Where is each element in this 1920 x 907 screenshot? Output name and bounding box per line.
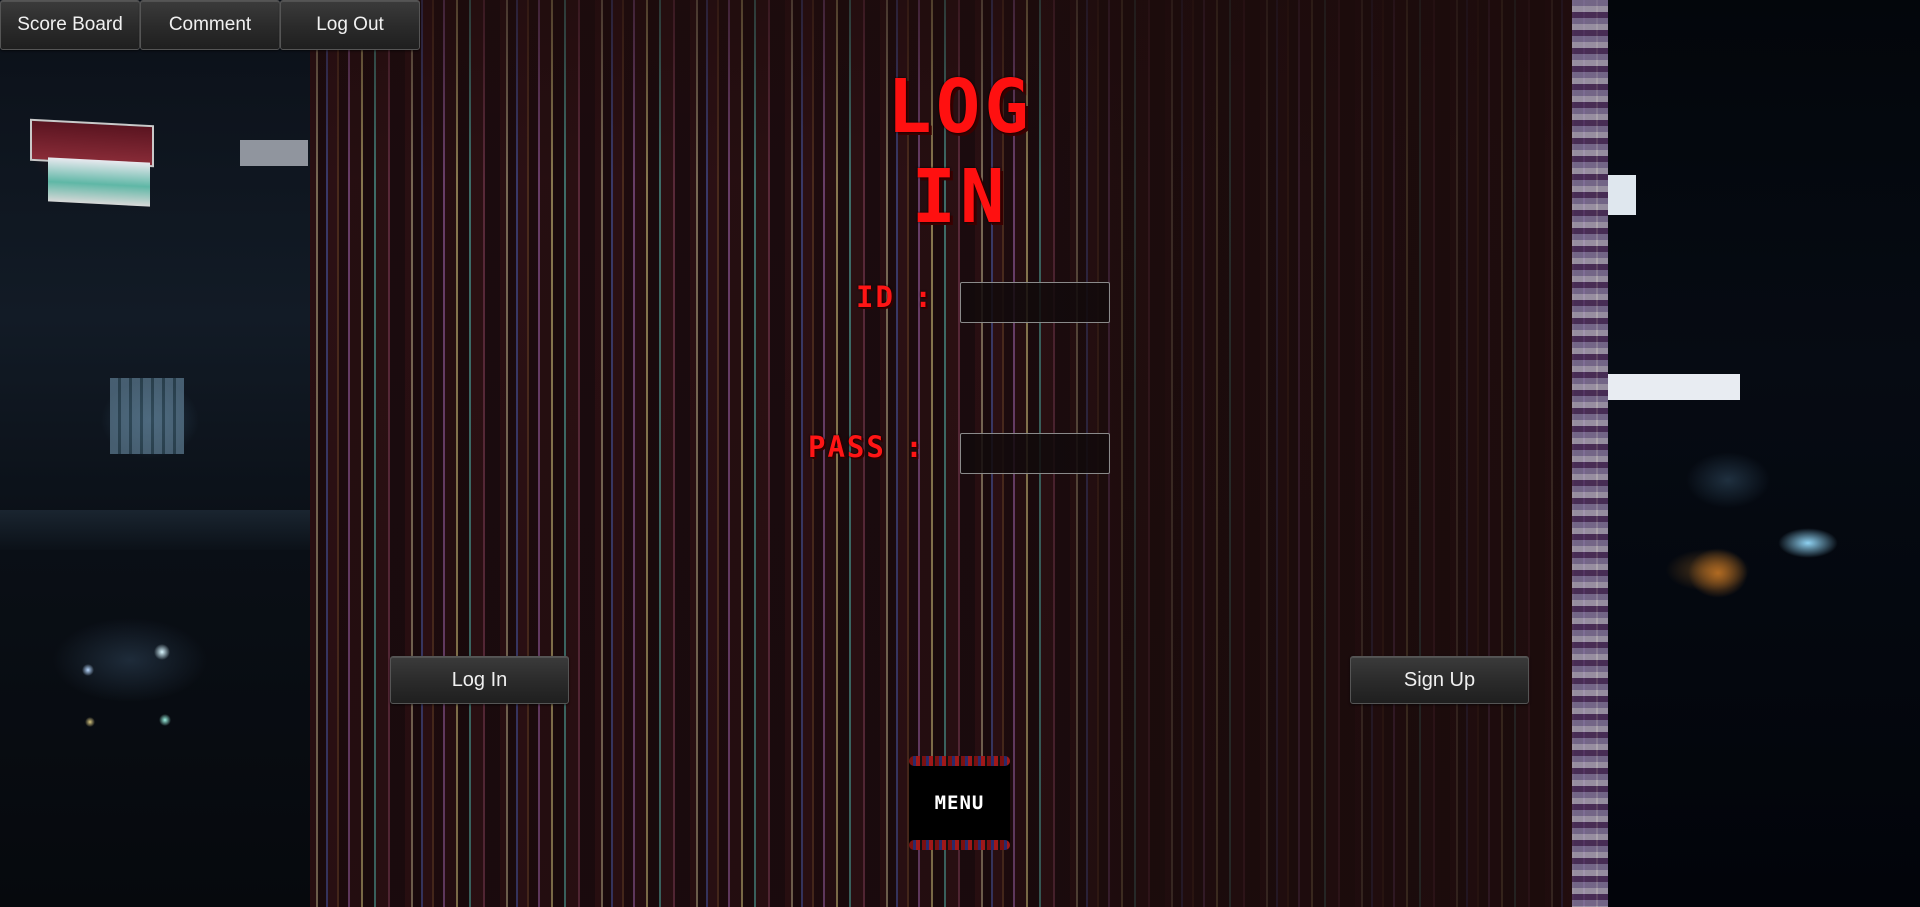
white-sign [1608,374,1740,400]
menu-trim-bottom [909,840,1010,850]
score-board-button[interactable]: Score Board [0,0,140,50]
building-window [110,378,184,454]
city-lights [1778,528,1838,558]
page-title: LOG IN [887,64,1033,240]
city-background-right [1608,0,1920,907]
id-field[interactable] [960,282,1110,323]
log-out-button[interactable]: Log Out [280,0,420,50]
pass-label: PASS : [808,430,925,464]
menu-button[interactable]: MENU [909,756,1010,850]
password-field[interactable] [960,433,1110,474]
roof-light [1608,175,1636,215]
comment-button[interactable]: Comment [140,0,280,50]
street-band [0,510,310,550]
sign-up-button[interactable]: Sign Up [1350,656,1529,704]
menu-label: MENU [934,792,985,814]
striped-edge [1572,0,1608,907]
roof-light [240,140,308,166]
id-label: ID : [856,280,934,314]
city-background-left [0,0,310,907]
log-in-button[interactable]: Log In [390,656,569,704]
menu-trim-top [909,756,1010,766]
city-lights [70,640,190,730]
city-lights [1688,548,1748,598]
white-sign [48,157,150,207]
